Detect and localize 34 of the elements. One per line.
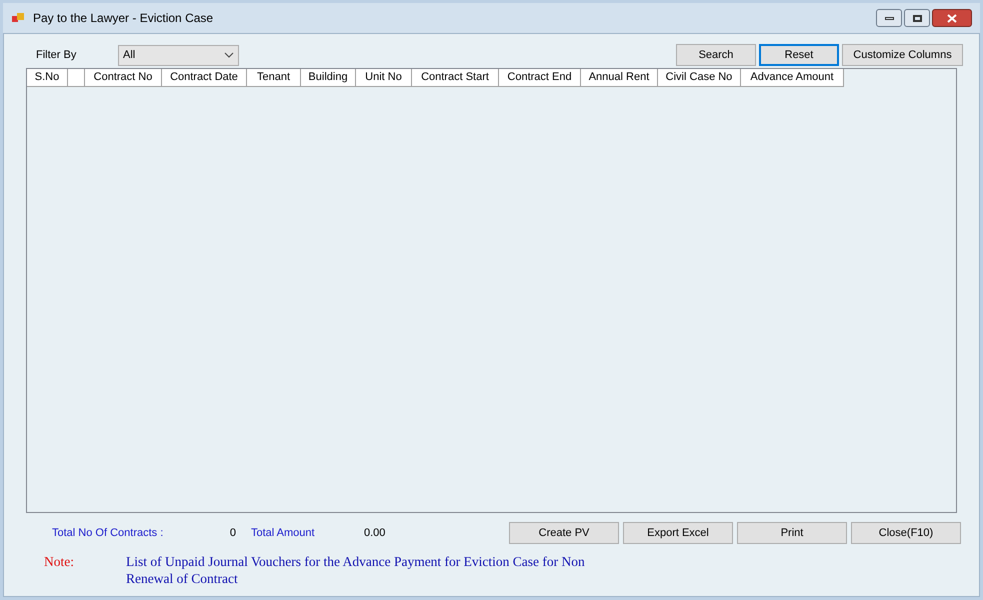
column-header[interactable]: Building xyxy=(301,69,356,87)
column-header[interactable]: Unit No xyxy=(356,69,412,87)
column-header[interactable]: Contract End xyxy=(499,69,581,87)
action-button[interactable]: Print xyxy=(737,522,847,544)
close-icon xyxy=(947,14,957,22)
column-header[interactable]: Contract Start xyxy=(412,69,499,87)
column-header[interactable]: S.No xyxy=(27,69,68,87)
minimize-button[interactable] xyxy=(876,9,902,27)
column-header[interactable]: Contract No xyxy=(85,69,162,87)
app-icon xyxy=(11,11,25,25)
contracts-label: Total No Of Contracts : xyxy=(51,526,164,541)
column-header[interactable]: Annual Rent xyxy=(581,69,658,87)
filter-label: Filter By xyxy=(35,48,78,63)
action-button[interactable]: Close(F10) xyxy=(851,522,961,544)
note-label: Note: xyxy=(43,553,75,571)
column-header[interactable]: Civil Case No xyxy=(658,69,741,87)
toolbar-button[interactable]: Customize Columns xyxy=(842,44,963,66)
toolbar-button[interactable]: Search xyxy=(676,44,756,66)
column-header[interactable] xyxy=(68,69,85,87)
window-title: Pay to the Lawyer - Eviction Case xyxy=(33,10,214,27)
column-header[interactable]: Advance Amount xyxy=(741,69,844,87)
action-button[interactable]: Export Excel xyxy=(623,522,733,544)
chevron-down-icon xyxy=(224,52,234,58)
amount-label: Total Amount xyxy=(251,526,316,541)
maximize-button[interactable] xyxy=(904,9,930,27)
filter-dropdown[interactable]: All xyxy=(118,44,239,66)
action-button[interactable]: Create PV xyxy=(509,522,619,544)
toolbar-button[interactable]: Reset xyxy=(759,44,839,66)
amount-value: 0.00 xyxy=(364,526,386,541)
column-header[interactable]: Contract Date xyxy=(162,69,247,87)
close-button[interactable] xyxy=(932,9,972,27)
column-header[interactable]: Tenant xyxy=(247,69,301,87)
note-text: List of Unpaid Journal Vouchers for the Advance Payment for Eviction Case for Non Renewal of Contract xyxy=(126,553,586,587)
contracts-count: 0 xyxy=(228,526,236,541)
